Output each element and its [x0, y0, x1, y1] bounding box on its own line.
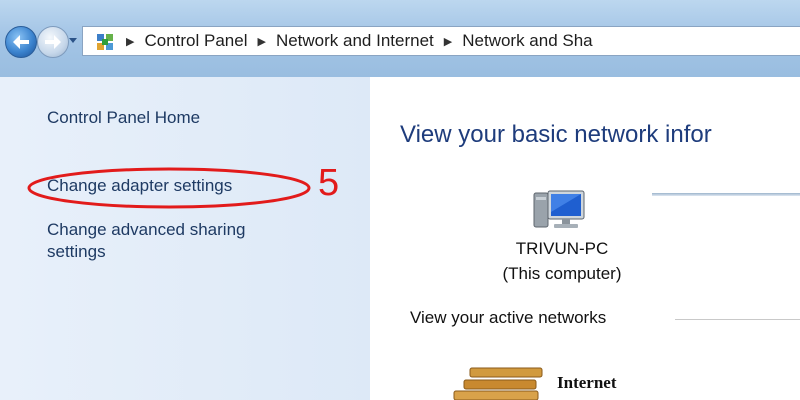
recent-pages-dropdown-icon[interactable]: [68, 33, 78, 47]
network-name[interactable]: Internet: [557, 373, 616, 393]
forward-arrow-icon: [45, 35, 61, 49]
change-adapter-settings-link[interactable]: Change adapter settings: [47, 175, 232, 197]
computer-name: TRIVUN-PC: [515, 239, 609, 258]
computer-subtitle: (This computer): [502, 264, 622, 283]
main-content: View your basic network infor TRIVUN-PC …: [370, 77, 800, 400]
active-networks-heading: View your active networks: [410, 308, 607, 327]
address-box[interactable]: ▶ Control Panel ▶ Network and Internet ▶…: [82, 26, 800, 56]
back-button[interactable]: [5, 26, 37, 58]
bench-icon: [453, 367, 543, 400]
network-connection-line: [652, 193, 800, 196]
breadcrumb-separator-icon[interactable]: ▶: [126, 35, 134, 48]
control-panel-icon: [97, 34, 113, 50]
annotation-step-number: 5: [318, 162, 340, 204]
address-bar-area: ▶ Control Panel ▶ Network and Internet ▶…: [0, 0, 800, 77]
breadcrumb: ▶ Control Panel ▶ Network and Internet ▶…: [121, 27, 594, 55]
breadcrumb-control-panel[interactable]: Control Panel: [143, 31, 248, 51]
left-navigation-pane: Control Panel Home Change adapter settin…: [0, 77, 370, 400]
computer-icon[interactable]: [532, 187, 588, 235]
section-divider: [675, 319, 800, 320]
page-title: View your basic network infor: [400, 121, 712, 148]
forward-button[interactable]: [37, 26, 69, 58]
back-arrow-icon: [13, 35, 29, 49]
breadcrumb-network-and-internet[interactable]: Network and Internet: [275, 31, 435, 51]
control-panel-home-link[interactable]: Control Panel Home: [47, 107, 200, 129]
breadcrumb-separator-icon[interactable]: ▶: [257, 35, 265, 48]
change-advanced-sharing-settings-link[interactable]: Change advanced sharing settings: [47, 219, 307, 263]
breadcrumb-network-and-sharing-center[interactable]: Network and Sha: [461, 31, 593, 51]
breadcrumb-separator-icon[interactable]: ▶: [444, 35, 452, 48]
